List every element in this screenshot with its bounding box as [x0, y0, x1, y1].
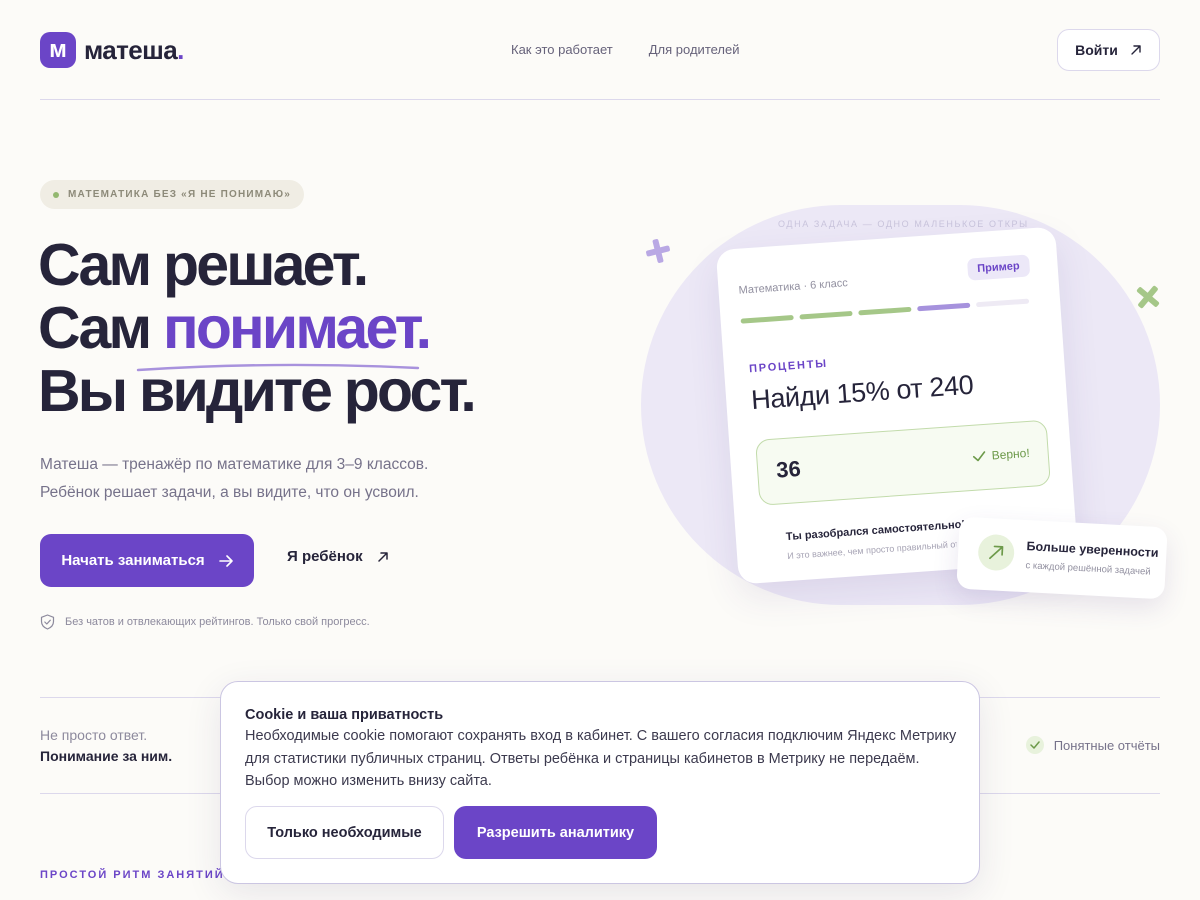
- start-learning-label: Начать заниматься: [61, 552, 205, 569]
- task-subject-grade: Математика · 6 класс: [738, 277, 849, 297]
- check-circle-icon: [1025, 736, 1044, 754]
- headline-accent: понимает.: [162, 295, 432, 361]
- hero-lead: Матеша — тренажёр по математике для 3–9 …: [40, 451, 428, 507]
- site-header: м матеша. Как это работает Для родителей…: [40, 0, 1160, 100]
- headline-line-2-prefix: Сам: [38, 295, 163, 361]
- i-am-child-link[interactable]: Я ребёнок: [287, 548, 389, 565]
- answer-status-label: Верно!: [991, 445, 1031, 463]
- answer-field: 36 Верно!: [755, 419, 1051, 506]
- check-icon: [972, 451, 986, 462]
- strip-line-2: Понимание за ним.: [40, 748, 173, 764]
- cookie-text: Необходимые cookie помогают сохранять вх…: [245, 728, 957, 789]
- privacy-note: Без чатов и отвлекающих рейтингов. Тольк…: [40, 614, 370, 630]
- strip-item-reports: Понятные отчёты: [1025, 736, 1160, 754]
- login-label: Войти: [1075, 42, 1118, 58]
- section-label: ПРОСТОЙ РИТМ ЗАНЯТИЙ: [40, 869, 225, 881]
- logo-mark: м: [40, 32, 76, 68]
- login-button[interactable]: Войти: [1057, 29, 1160, 71]
- logo-text: матеша.: [84, 35, 184, 66]
- task-progress: [740, 298, 1030, 324]
- trend-up-icon: [977, 533, 1016, 572]
- headline-underline: [136, 363, 420, 372]
- task-question: Найди 15% от 240: [750, 369, 975, 416]
- arrow-up-right-icon: [1131, 45, 1141, 55]
- strip-line-1: Не просто ответ.: [40, 727, 148, 743]
- example-tag: Пример: [966, 254, 1031, 281]
- progress-segment-current: [917, 302, 971, 312]
- answer-status: Верно!: [972, 446, 1030, 464]
- plus-decoration-icon: [646, 239, 670, 263]
- strip-item-label: Понятные отчёты: [1053, 737, 1160, 753]
- growth-card: Больше уверенности с каждой решённой зад…: [956, 516, 1168, 600]
- badge-label: МАТЕМАТИКА БЕЗ «Я НЕ ПОНИМАЮ»: [68, 189, 291, 200]
- plus-decoration-icon: [1136, 285, 1160, 309]
- i-am-child-label: Я ребёнок: [287, 548, 363, 565]
- arrow-up-right-icon: [377, 551, 388, 562]
- logo-dot: .: [177, 34, 184, 65]
- hero-badge: МАТЕМАТИКА БЕЗ «Я НЕ ПОНИМАЮ»: [40, 180, 304, 209]
- progress-segment-done: [799, 310, 853, 320]
- cookie-banner: Cookie и ваша приватность Необходимые co…: [220, 681, 980, 884]
- badge-dot: [53, 191, 59, 198]
- start-learning-button[interactable]: Начать заниматься: [40, 534, 254, 587]
- progress-segment-done: [740, 315, 794, 324]
- task-topic: ПРОЦЕНТЫ: [748, 357, 829, 376]
- illustration-caption: ОДНА ЗАДАЧА — ОДНО МАЛЕНЬКОЕ ОТКРЫТИЕ: [778, 219, 1028, 229]
- lead-line-1: Матеша — тренажёр по математике для 3–9 …: [40, 456, 429, 473]
- logo-wordmark: матеша: [84, 34, 178, 65]
- cookie-title: Cookie и ваша приватность: [245, 707, 444, 723]
- progress-segment-todo: [975, 298, 1030, 308]
- lead-line-2: Ребёнок решает задачи, а вы видите, что …: [40, 484, 419, 501]
- shield-check-icon: [40, 614, 55, 630]
- privacy-note-text: Без чатов и отвлекающих рейтингов. Тольк…: [65, 616, 370, 628]
- progress-segment-done: [858, 306, 912, 316]
- headline-line-2: Сам понимает.: [38, 297, 474, 360]
- headline-line-1: Сам решает.: [38, 232, 369, 298]
- answer-value: 36: [775, 455, 802, 483]
- praise-subtext: И это важнее, чем просто правильный отве…: [786, 539, 958, 562]
- necessary-only-button[interactable]: Только необходимые: [245, 806, 444, 859]
- nav-for-parents[interactable]: Для родителей: [649, 42, 740, 57]
- main-nav: Как это работает Для родителей: [511, 42, 740, 57]
- arrow-right-icon: [218, 554, 233, 567]
- logo[interactable]: м матеша.: [40, 32, 184, 68]
- nav-how-it-works[interactable]: Как это работает: [511, 42, 613, 57]
- allow-analytics-button[interactable]: Разрешить аналитику: [454, 806, 657, 859]
- growth-title: Больше уверенности: [1026, 539, 1159, 561]
- growth-subtitle: с каждой решённой задачей: [1025, 560, 1151, 578]
- hero-headline: Сам решает. Сам понимает. Вы видите рост…: [38, 232, 477, 423]
